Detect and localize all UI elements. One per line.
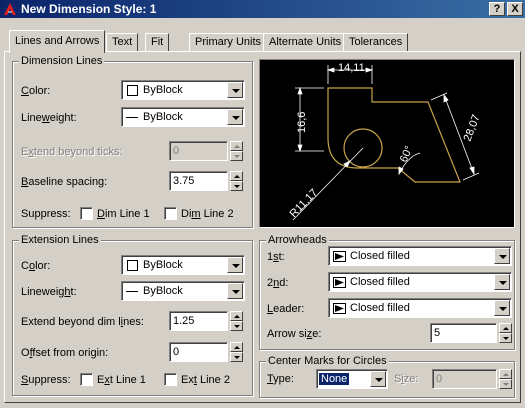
arrow-size-label: Arrow size: bbox=[267, 328, 322, 340]
closed-filled-arrow-icon bbox=[333, 277, 346, 288]
help-button[interactable]: ? bbox=[489, 2, 505, 16]
autocad-app-icon bbox=[4, 3, 16, 15]
tab-fit[interactable]: Fit bbox=[145, 33, 170, 52]
tab-lines-and-arrows[interactable]: Lines and Arrows bbox=[9, 30, 106, 53]
second-arrowhead-select[interactable]: Closed filled bbox=[328, 272, 512, 292]
arrow-size-input[interactable]: 5 bbox=[430, 323, 497, 343]
ext-color-value: ByBlock bbox=[143, 259, 183, 271]
dim-color-label: Color: bbox=[21, 85, 51, 97]
second-arrowhead-value: Closed filled bbox=[350, 276, 410, 288]
first-arrowhead-value: Closed filled bbox=[350, 250, 410, 262]
chevron-down-icon[interactable] bbox=[227, 82, 243, 98]
color-swatch-icon bbox=[127, 260, 138, 271]
tab-text[interactable]: Text bbox=[106, 33, 139, 52]
dim-angle-value: 60° bbox=[398, 144, 416, 164]
dim-lineweight-label: Lineweight: bbox=[21, 112, 77, 124]
offset-origin-spinner[interactable] bbox=[230, 342, 243, 362]
center-type-select[interactable]: None bbox=[316, 369, 388, 389]
chevron-down-icon[interactable] bbox=[227, 109, 243, 125]
second-arrowhead-label: 2nd: bbox=[267, 277, 289, 289]
dim-extend-value: 0 bbox=[173, 145, 180, 157]
chevron-down-icon[interactable] bbox=[227, 257, 243, 273]
ext-line-1-checkbox[interactable] bbox=[80, 373, 93, 386]
ext-lineweight-label: Lineweight: bbox=[21, 286, 77, 298]
leader-arrowhead-label: Leader: bbox=[267, 303, 305, 315]
baseline-spacing-spinner[interactable] bbox=[230, 171, 243, 191]
first-arrowhead-select[interactable]: Closed filled bbox=[328, 246, 512, 266]
ext-lineweight-value: ByBlock bbox=[143, 285, 183, 297]
ext-extend-value: 1.25 bbox=[173, 315, 195, 327]
dim-extend-input[interactable]: 0 bbox=[169, 141, 228, 161]
close-button[interactable]: X bbox=[507, 2, 523, 16]
arrow-size-spinner[interactable] bbox=[499, 323, 512, 343]
ext-suppress-label: Suppress: bbox=[21, 374, 71, 386]
offset-origin-value: 0 bbox=[173, 346, 180, 358]
dim-lineweight-value: ByBlock bbox=[143, 111, 183, 123]
ext-line-2-checkbox[interactable] bbox=[164, 373, 177, 386]
title-bar[interactable]: New Dimension Style: 1 ? X bbox=[0, 0, 525, 18]
baseline-spacing-input[interactable]: 3.75 bbox=[169, 171, 228, 191]
arrowheads-title: Arrowheads bbox=[266, 234, 329, 246]
ext-line-1-label: Ext Line 1 bbox=[97, 374, 146, 386]
baseline-spacing-value: 3.75 bbox=[173, 175, 195, 187]
dim-extend-label: Extend beyond ticks: bbox=[21, 146, 123, 158]
chevron-down-icon[interactable] bbox=[494, 300, 510, 316]
center-marks-title: Center Marks for Circles bbox=[266, 355, 389, 367]
ext-extend-label: Extend beyond dim lines: bbox=[21, 316, 144, 328]
center-size-spinner[interactable] bbox=[499, 369, 512, 389]
dim-suppress-label: Suppress: bbox=[21, 208, 71, 220]
lineweight-icon bbox=[126, 117, 138, 118]
center-type-label: Type: bbox=[267, 373, 294, 385]
tab-alternate-units[interactable]: Alternate Units bbox=[263, 33, 348, 52]
dim-extend-spinner[interactable] bbox=[230, 141, 243, 161]
leader-arrowhead-value: Closed filled bbox=[350, 302, 410, 314]
closed-filled-arrow-icon bbox=[333, 251, 346, 262]
center-size-value: 0 bbox=[436, 373, 443, 385]
tab-tolerances[interactable]: Tolerances bbox=[343, 33, 409, 52]
window-title: New Dimension Style: 1 bbox=[21, 2, 157, 16]
dim-line-2-label: Dim Line 2 bbox=[181, 208, 234, 220]
ext-line-2-label: Ext Line 2 bbox=[181, 374, 230, 386]
dim-line-2-checkbox[interactable] bbox=[164, 207, 177, 220]
color-swatch-icon bbox=[127, 85, 138, 96]
offset-origin-label: Offset from origin: bbox=[21, 347, 109, 359]
chevron-down-icon[interactable] bbox=[494, 274, 510, 290]
dim-top-value: 14,11 bbox=[338, 62, 365, 74]
arrow-size-value: 5 bbox=[434, 327, 441, 339]
lineweight-icon bbox=[126, 291, 138, 292]
tab-primary-units[interactable]: Primary Units bbox=[189, 33, 268, 52]
preview-panel: 14,11 16,6 28,07 60° R11,17 bbox=[259, 59, 515, 228]
chevron-down-icon[interactable] bbox=[370, 371, 386, 387]
dimension-preview-drawing: 14,11 16,6 28,07 60° R11,17 bbox=[288, 62, 483, 221]
dim-left-value: 16,6 bbox=[296, 112, 308, 133]
part-outline bbox=[327, 87, 461, 183]
first-arrowhead-label: 1st: bbox=[267, 251, 285, 263]
leader-arrowhead-select[interactable]: Closed filled bbox=[328, 298, 512, 318]
center-size-input[interactable]: 0 bbox=[432, 369, 497, 389]
baseline-spacing-label: Baseline spacing: bbox=[21, 176, 108, 188]
dim-color-value: ByBlock bbox=[143, 84, 183, 96]
center-type-value: None bbox=[319, 373, 350, 385]
ext-extend-input[interactable]: 1.25 bbox=[169, 311, 228, 331]
dimension-lines-title: Dimension Lines bbox=[19, 55, 105, 67]
ext-color-select[interactable]: ByBlock bbox=[121, 255, 245, 275]
ext-extend-spinner[interactable] bbox=[230, 311, 243, 331]
dim-radius-value: R11,17 bbox=[288, 187, 321, 220]
chevron-down-icon[interactable] bbox=[494, 248, 510, 264]
dim-line-1-checkbox[interactable] bbox=[80, 207, 93, 220]
center-size-label: Size: bbox=[394, 373, 419, 385]
closed-filled-arrow-icon bbox=[333, 303, 346, 314]
dim-lineweight-select[interactable]: ByBlock bbox=[121, 107, 245, 127]
ext-color-label: Color: bbox=[21, 260, 51, 272]
ext-lineweight-select[interactable]: ByBlock bbox=[121, 281, 245, 301]
chevron-down-icon[interactable] bbox=[227, 283, 243, 299]
offset-origin-input[interactable]: 0 bbox=[169, 342, 228, 362]
dim-color-select[interactable]: ByBlock bbox=[121, 80, 245, 100]
dim-line-1-label: Dim Line 1 bbox=[97, 208, 150, 220]
dim-right-value: 28,07 bbox=[462, 113, 483, 143]
extension-lines-title: Extension Lines bbox=[19, 234, 101, 246]
